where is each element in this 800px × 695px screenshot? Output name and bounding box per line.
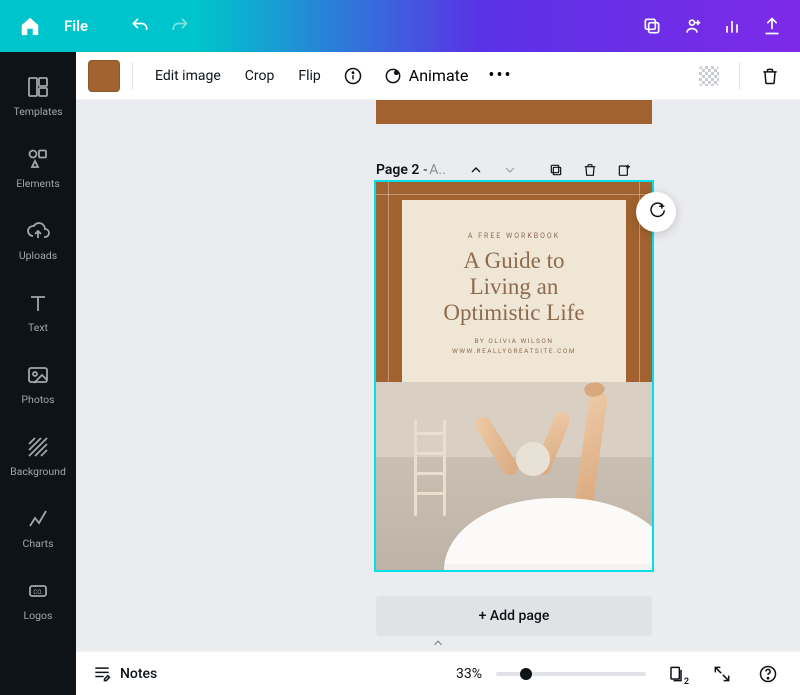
- info-icon[interactable]: [335, 58, 371, 94]
- sidebar-label: Elements: [16, 177, 60, 190]
- divider: [739, 62, 740, 90]
- undo-button[interactable]: [120, 6, 160, 46]
- left-sidebar: Templates Elements Uploads Text Photos B…: [0, 52, 76, 695]
- notes-label: Notes: [120, 666, 157, 682]
- context-toolbar: Edit image Crop Flip Animate •••: [76, 52, 800, 100]
- animate-button[interactable]: Animate: [375, 66, 477, 86]
- file-menu[interactable]: File: [52, 9, 100, 43]
- svg-text:CO.: CO.: [33, 589, 43, 596]
- insights-icon[interactable]: [712, 6, 752, 46]
- sidebar-item-elements[interactable]: Elements: [0, 132, 76, 204]
- zoom-thumb[interactable]: [520, 668, 532, 680]
- magic-suggest-button[interactable]: [636, 192, 676, 232]
- sidebar-item-charts[interactable]: Charts: [0, 492, 76, 564]
- page-2-canvas[interactable]: A FREE WORKBOOK A Guide to Living an Opt…: [376, 182, 652, 570]
- delete-icon[interactable]: [752, 58, 788, 94]
- ladder-prop: [410, 420, 450, 516]
- redo-button[interactable]: [160, 6, 200, 46]
- sidebar-label: Charts: [23, 537, 54, 550]
- margin-guide: [376, 194, 652, 195]
- sidebar-label: Templates: [13, 105, 62, 118]
- expand-pages-button[interactable]: [408, 635, 468, 651]
- page-number-label: Page 2: [376, 162, 419, 178]
- page-manager-button[interactable]: 2: [660, 658, 692, 690]
- divider: [132, 62, 133, 90]
- help-button[interactable]: [752, 658, 784, 690]
- cover-photo[interactable]: [376, 382, 652, 570]
- fullscreen-button[interactable]: [706, 658, 738, 690]
- sidebar-item-background[interactable]: Background: [0, 420, 76, 492]
- page-title-label[interactable]: A..: [429, 162, 446, 178]
- sidebar-label: Logos: [24, 609, 53, 622]
- sidebar-item-uploads[interactable]: Uploads: [0, 204, 76, 276]
- publish-icon[interactable]: [752, 6, 792, 46]
- flip-button[interactable]: Flip: [288, 60, 330, 92]
- zoom-slider[interactable]: [496, 672, 646, 676]
- color-swatch[interactable]: [88, 60, 120, 92]
- title-card[interactable]: A FREE WORKBOOK A Guide to Living an Opt…: [402, 200, 626, 388]
- page-count: 2: [684, 677, 689, 687]
- app-header: File: [0, 0, 800, 52]
- sidebar-label: Photos: [21, 393, 54, 406]
- share-people-icon[interactable]: [672, 6, 712, 46]
- edit-image-button[interactable]: Edit image: [145, 60, 231, 92]
- sidebar-label: Text: [28, 321, 48, 334]
- home-button[interactable]: [8, 6, 52, 46]
- notes-button[interactable]: Notes: [92, 664, 157, 684]
- add-page-button[interactable]: + Add page: [376, 596, 652, 636]
- sidebar-item-photos[interactable]: Photos: [0, 348, 76, 420]
- more-options-button[interactable]: •••: [480, 65, 520, 86]
- eyebrow-text: A FREE WORKBOOK: [468, 232, 560, 240]
- byline-text: BY OLIVIA WILSON WWW.REALLYGREATSITE.COM: [452, 337, 576, 357]
- sidebar-item-logos[interactable]: CO. Logos: [0, 564, 76, 636]
- sidebar-label: Uploads: [19, 249, 57, 262]
- sidebar-label: Background: [10, 465, 66, 478]
- sidebar-item-text[interactable]: Text: [0, 276, 76, 348]
- title-text: A Guide to Living an Optimistic Life: [443, 248, 584, 327]
- crop-button[interactable]: Crop: [235, 60, 285, 92]
- transparency-icon[interactable]: [691, 58, 727, 94]
- zoom-percent[interactable]: 33%: [456, 666, 482, 682]
- page-sep: -: [423, 162, 427, 178]
- page-1-preview[interactable]: [376, 100, 652, 124]
- animate-label: Animate: [409, 66, 469, 85]
- bottom-bar: Notes 33% 2: [76, 651, 800, 695]
- person-illustration: [472, 404, 602, 514]
- sidebar-item-templates[interactable]: Templates: [0, 60, 76, 132]
- copy-icon[interactable]: [632, 6, 672, 46]
- canvas-area[interactable]: Page 2 - A.. A FREE WORKBOOK A Guide to …: [76, 100, 800, 651]
